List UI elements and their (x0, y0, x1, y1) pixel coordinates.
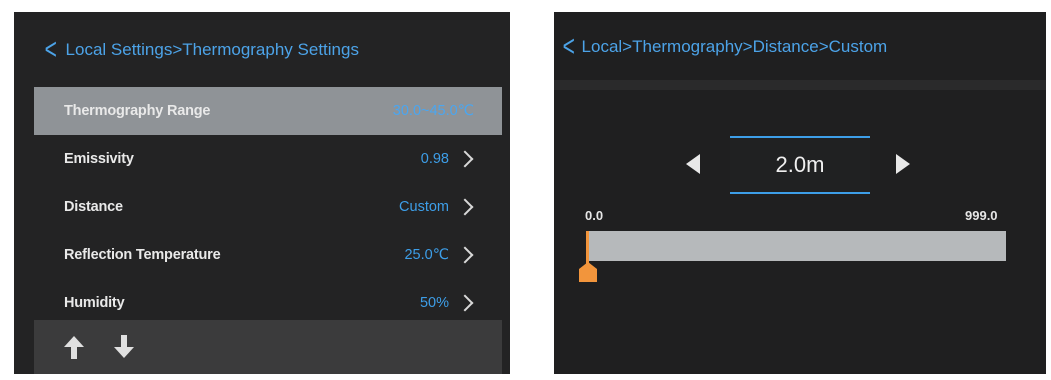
header-divider (554, 80, 1046, 90)
arrow-down-icon[interactable] (112, 334, 136, 360)
chevron-right-icon (456, 246, 474, 264)
setting-label: Emissivity (64, 151, 134, 167)
distance-slider-track[interactable] (588, 231, 1006, 261)
setting-value: 30.0~45.0℃ (392, 103, 474, 119)
setting-label: Reflection Temperature (64, 247, 221, 263)
distance-value-display: 2.0m (730, 136, 870, 194)
chevron-left-icon[interactable]: < (563, 32, 575, 62)
setting-row-reflection-temperature[interactable]: Reflection Temperature 25.0℃ (34, 231, 502, 279)
setting-value: 50% (419, 295, 449, 311)
settings-list: Thermography Range 30.0~45.0℃ Emissivity… (34, 87, 502, 327)
breadcrumb-title: Local>Thermography>Distance>Custom (581, 37, 888, 56)
chevron-left-icon[interactable]: < (45, 35, 57, 65)
setting-row-emissivity[interactable]: Emissivity 0.98 (34, 135, 502, 183)
custom-distance-screen: < Local>Thermography>Distance>Custom 2.0… (554, 12, 1046, 374)
chevron-right-icon (456, 198, 474, 216)
setting-value: 25.0℃ (404, 247, 449, 263)
range-max-label: 999.0 (965, 208, 998, 223)
setting-value: Custom (399, 199, 449, 215)
navigation-footer (34, 320, 502, 374)
setting-label: Humidity (64, 295, 125, 311)
setting-label: Thermography Range (64, 103, 211, 119)
increase-triangle-icon[interactable] (896, 154, 910, 174)
range-min-label: 0.0 (585, 208, 604, 223)
setting-row-thermography-range[interactable]: Thermography Range 30.0~45.0℃ (34, 87, 502, 135)
slider-thumb[interactable] (579, 262, 597, 282)
decrease-triangle-icon[interactable] (686, 154, 700, 174)
header: < Local>Thermography>Distance>Custom (554, 12, 1046, 82)
arrow-up-icon[interactable] (62, 334, 86, 360)
breadcrumb-title: Local Settings>Thermography Settings (65, 40, 359, 59)
chevron-right-icon (456, 150, 474, 168)
setting-value: 0.98 (420, 151, 449, 167)
chevron-right-icon (456, 294, 474, 312)
distance-value: 2.0m (775, 152, 825, 177)
setting-label: Distance (64, 199, 123, 215)
header: < Local Settings>Thermography Settings (14, 12, 510, 88)
thermography-settings-screen: < Local Settings>Thermography Settings T… (14, 12, 510, 374)
slider-marker-line (586, 231, 589, 265)
setting-row-distance[interactable]: Distance Custom (34, 183, 502, 231)
